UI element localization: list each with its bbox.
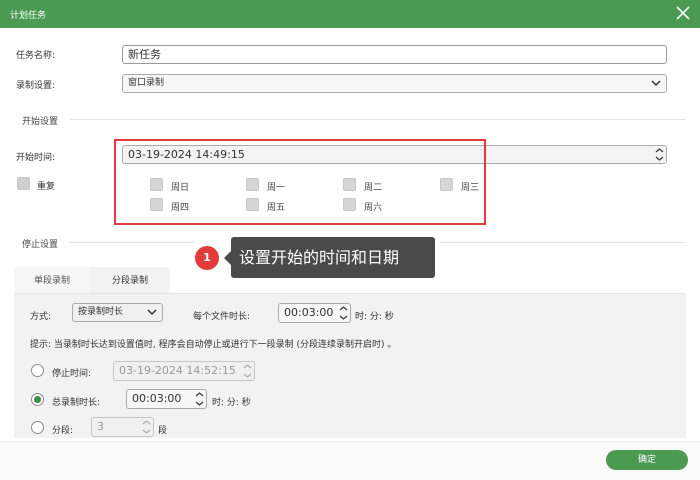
dialog-footer bbox=[0, 441, 700, 480]
title-bar: 计划任务 bbox=[0, 0, 700, 28]
record-setting-value: 窗口录制 bbox=[128, 78, 165, 88]
spin-arrows-icon[interactable] bbox=[142, 419, 151, 435]
spin-arrows-icon[interactable] bbox=[195, 391, 204, 407]
total-duration-value: 00:03:00 bbox=[132, 392, 182, 405]
annotation-number-badge: 1 bbox=[195, 246, 219, 270]
stop-time-radio[interactable] bbox=[31, 364, 44, 377]
segments-input[interactable]: 3 bbox=[91, 417, 154, 437]
total-duration-input[interactable]: 00:03:00 bbox=[126, 389, 207, 409]
tab-multi-segment[interactable]: 分段录制 bbox=[90, 267, 170, 295]
stop-time-label: 停止时间: bbox=[52, 369, 92, 379]
section-divider bbox=[70, 242, 195, 243]
per-file-label: 每个文件时长: bbox=[193, 312, 251, 322]
total-duration-unit: 时: 分: 秒 bbox=[212, 398, 251, 408]
total-duration-label: 总录制时长: bbox=[52, 398, 101, 408]
per-file-value: 00:03:00 bbox=[284, 306, 334, 319]
mode-label: 方式: bbox=[30, 312, 52, 322]
repeat-checkbox[interactable] bbox=[17, 177, 30, 190]
record-setting-select[interactable]: 窗口录制 bbox=[122, 74, 667, 93]
stop-time-input[interactable]: 03-19-2024 14:52:15 bbox=[113, 361, 255, 381]
segments-radio[interactable] bbox=[31, 421, 44, 434]
section-divider bbox=[70, 119, 686, 120]
total-duration-radio[interactable] bbox=[31, 393, 44, 406]
per-file-unit: 时: 分: 秒 bbox=[355, 312, 394, 322]
start-time-label: 开始时间: bbox=[16, 153, 56, 163]
record-setting-label: 录制设置: bbox=[16, 81, 56, 91]
annotation-callout: 设置开始的时间和日期 bbox=[224, 237, 435, 278]
section-divider bbox=[440, 242, 686, 243]
stop-settings-heading: 停止设置 bbox=[22, 240, 59, 250]
chevron-down-icon bbox=[147, 309, 157, 316]
spin-arrows-icon[interactable] bbox=[339, 305, 348, 321]
mode-select[interactable]: 按录制时长 bbox=[72, 303, 163, 322]
segments-value: 3 bbox=[97, 420, 104, 433]
task-name-input[interactable]: 新任务 bbox=[122, 45, 667, 64]
stop-time-value: 03-19-2024 14:52:15 bbox=[119, 364, 236, 377]
segments-label: 分段: bbox=[52, 426, 74, 436]
segments-unit: 段 bbox=[158, 426, 168, 436]
mode-value: 按录制时长 bbox=[78, 307, 124, 317]
repeat-label: 重复 bbox=[37, 182, 56, 192]
window-title: 计划任务 bbox=[10, 11, 47, 21]
hint-text: 提示: 当录制时长达到设置值时, 程序会自动停止或进行下一段录制 (分段连续录制… bbox=[30, 340, 397, 350]
task-name-label: 任务名称: bbox=[16, 51, 56, 61]
spin-arrows-icon[interactable] bbox=[655, 147, 664, 162]
tab-single-segment[interactable]: 单段录制 bbox=[14, 267, 90, 295]
close-icon[interactable] bbox=[674, 4, 692, 22]
highlight-box bbox=[114, 139, 486, 225]
chevron-down-icon bbox=[651, 80, 661, 87]
spin-arrows-icon[interactable] bbox=[243, 363, 252, 379]
start-settings-heading: 开始设置 bbox=[22, 117, 59, 127]
ok-button[interactable]: 确定 bbox=[606, 450, 688, 470]
per-file-duration-input[interactable]: 00:03:00 bbox=[278, 303, 351, 323]
